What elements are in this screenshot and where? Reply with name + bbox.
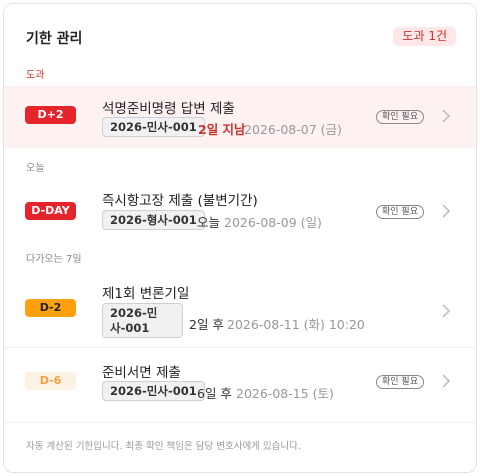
chevron-right-icon[interactable]	[441, 304, 451, 318]
relative-time: 오늘	[197, 215, 221, 230]
chevron-right-icon[interactable]	[441, 109, 451, 123]
case-tag[interactable]: 2026-민사-001	[102, 381, 205, 401]
dday-badge: D-6	[25, 372, 76, 390]
dday-badge: D+2	[25, 106, 76, 124]
confirm-needed-badge: 확인 필요	[376, 205, 424, 219]
relative-time: 2일 지남	[198, 122, 246, 137]
deadline-date: 2026-08-11 (화) 10:20	[227, 317, 365, 332]
deadline-item-2[interactable]: D-DAY 즉시항고장 제출 (불변기간) 2026-형사-001 오늘 202…	[4, 178, 476, 242]
deadline-date: 2026-08-09 (일)	[224, 215, 322, 230]
case-tag[interactable]: 2026-형사-001	[102, 210, 205, 230]
chevron-right-icon[interactable]	[441, 374, 451, 388]
card-footer: 자동 계산된 기한입니다. 최종 확인 책임은 담당 변호사에게 있습니다.	[4, 422, 476, 472]
section-overdue-label: 도과	[26, 70, 45, 81]
section-today-label: 오늘	[26, 163, 45, 174]
card-header: 기한 관리 도과 1건	[4, 4, 476, 62]
card-title: 기한 관리	[26, 31, 83, 47]
deadline-title: 즉시항고장 제출 (불변기간)	[102, 193, 258, 209]
section-upcoming-label: 다가오는 7일	[26, 254, 82, 265]
deadline-card: 기한 관리 도과 1건 도과 D+2 석명준비명령 답변 제출 2026-민사-…	[3, 3, 477, 473]
deadline-title: 제1회 변론기일	[102, 286, 190, 302]
relative-time: 6일 후	[197, 386, 232, 401]
case-tag[interactable]: 2026-민사-001	[102, 117, 205, 137]
dday-badge: D-DAY	[25, 202, 76, 220]
relative-time: 2일 후	[189, 317, 224, 332]
confirm-needed-badge: 확인 필요	[376, 110, 424, 124]
deadline-title: 준비서면 제출	[102, 365, 181, 381]
deadline-item-1[interactable]: D+2 석명준비명령 답변 제출 2026-민사-001 2일 지남 2026-…	[4, 86, 476, 148]
case-tag[interactable]: 2026-민사-001	[102, 303, 183, 338]
deadline-title: 석명준비명령 답변 제출	[102, 101, 235, 117]
deadline-item-3[interactable]: D-2 제1회 변론기일 2026-민사-001 2일 후 2026-08-11…	[4, 270, 476, 348]
confirm-needed-badge: 확인 필요	[376, 375, 424, 389]
deadline-date: 2026-08-07 (금)	[244, 122, 342, 137]
chevron-right-icon[interactable]	[441, 204, 451, 218]
deadline-item-4[interactable]: D-6 준비서면 제출 2026-민사-001 6일 후 2026-08-15 …	[4, 349, 476, 411]
overdue-count-badge: 도과 1건	[393, 27, 456, 46]
footer-disclaimer: 자동 계산된 기한입니다. 최종 확인 책임은 담당 변호사에게 있습니다.	[26, 441, 301, 452]
deadline-date: 2026-08-15 (토)	[236, 386, 334, 401]
dday-badge: D-2	[25, 299, 76, 317]
